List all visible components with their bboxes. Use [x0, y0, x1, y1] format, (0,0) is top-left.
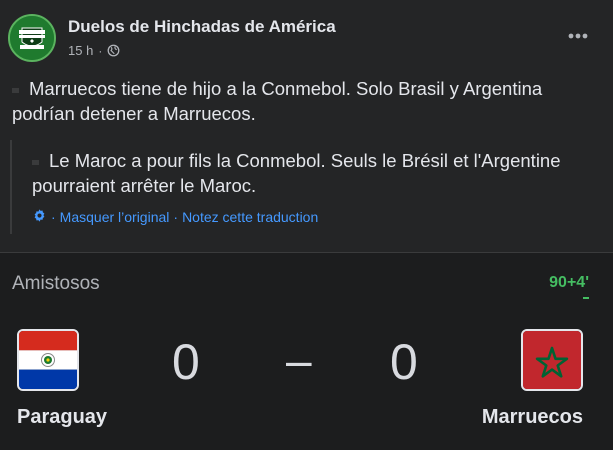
post-text-translated: Le Maroc a pour fils la Conmebol. Seuls …	[32, 140, 605, 198]
globe-icon	[107, 44, 120, 57]
translation-block: Le Maroc a pour fils la Conmebol. Seuls …	[10, 140, 605, 234]
facebook-post: Duelos de Hinchadas de América 15 h · Ma…	[0, 0, 613, 450]
links-separator: ·	[173, 209, 179, 225]
post-time[interactable]: 15 h	[68, 43, 93, 58]
page-name[interactable]: Duelos de Hinchadas de América	[68, 17, 336, 37]
match-card[interactable]: Amistosos 90+4' 0 – 0 Paraguay Marruecos	[0, 253, 613, 450]
home-team-name: Paraguay	[17, 406, 108, 428]
paraguay-flag-icon	[17, 329, 79, 391]
bullet-marker	[12, 87, 19, 93]
live-indicator	[583, 297, 589, 299]
competition-label: Amistosos	[12, 273, 100, 294]
score-separator: –	[286, 334, 312, 386]
rate-translation-link[interactable]: Notez cette traduction	[182, 209, 318, 225]
hide-original-link[interactable]: Masquer l’original	[60, 209, 170, 225]
post-text-original-content: Marruecos tiene de hijo a la Conmebol. S…	[12, 78, 543, 124]
links-separator: ·	[51, 209, 56, 225]
more-options-icon[interactable]	[565, 24, 591, 48]
post-text-original: Marruecos tiene de hijo a la Conmebol. S…	[12, 76, 602, 126]
page-avatar[interactable]	[8, 14, 56, 62]
away-score: 0	[390, 334, 418, 390]
avatar-logo-icon	[10, 16, 54, 60]
post-text-translated-content: Le Maroc a pour fils la Conmebol. Seuls …	[32, 150, 561, 196]
meta-separator: ·	[98, 43, 103, 58]
post-meta: 15 h ·	[68, 43, 120, 58]
post-header: Duelos de Hinchadas de América 15 h ·	[8, 14, 605, 64]
morocco-flag-icon	[521, 329, 583, 391]
bullet-marker	[32, 159, 39, 165]
translate-gear-icon[interactable]	[32, 208, 47, 226]
away-team-name: Marruecos	[481, 406, 583, 428]
translation-links: · Masquer l’original · Notez cette tradu…	[32, 208, 605, 226]
match-minute: 90+4'	[549, 274, 589, 291]
home-score: 0	[172, 334, 200, 390]
